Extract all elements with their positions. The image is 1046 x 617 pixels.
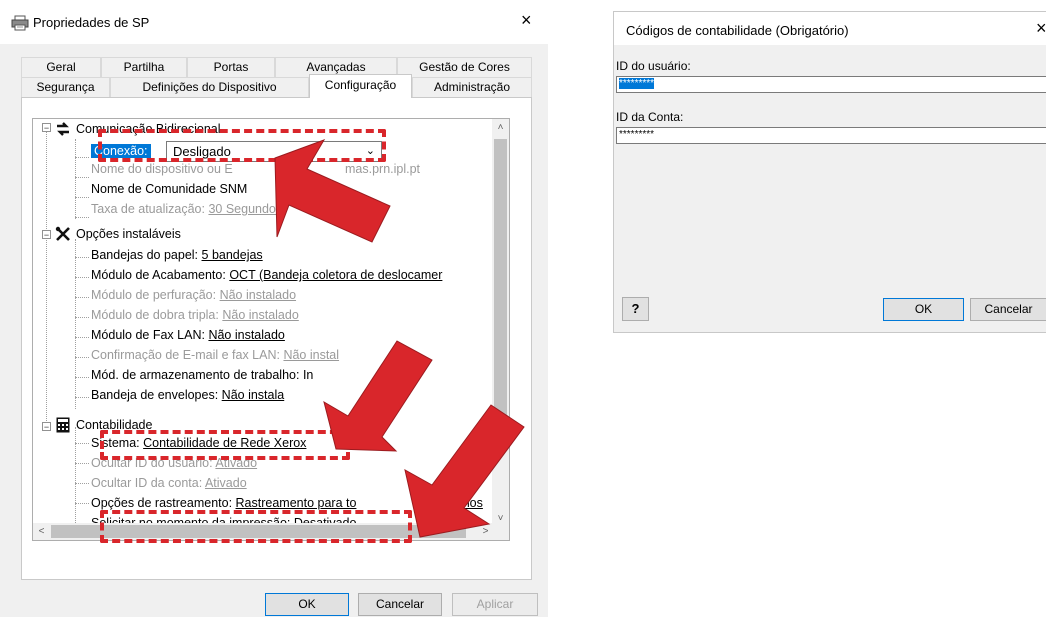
close-button[interactable]: × — [1036, 18, 1046, 39]
cancel-button[interactable]: Cancelar — [358, 593, 442, 616]
option-value: Ativado — [204, 476, 247, 490]
option-label: Módulo de Fax LAN: — [91, 328, 205, 342]
lan-fax-row[interactable]: Módulo de Fax LAN: Não instalado — [91, 325, 285, 345]
tab-label: Configuração — [324, 78, 397, 92]
user-id-field[interactable]: ********* — [616, 76, 1046, 93]
printer-icon — [11, 15, 29, 31]
account-id-label: ID da Conta: — [616, 110, 684, 124]
group-label: Opções instaláveis — [76, 227, 181, 241]
option-label: Opções de rastreamento: — [91, 496, 233, 510]
installable-options-group[interactable]: Opções instaláveis — [76, 224, 181, 244]
annotation-box-prompt — [100, 510, 412, 543]
hide-account-id-row[interactable]: Ocultar ID da conta: Ativado — [91, 473, 247, 493]
options-tree[interactable]: − Comunicação Bidirecional Conexão: Desl… — [32, 118, 510, 541]
user-id-label: ID do usuário: — [616, 59, 691, 73]
finisher-row[interactable]: Módulo de Acabamento: OCT (Bandeja colet… — [91, 265, 442, 285]
tab-security[interactable]: Segurança — [21, 77, 110, 97]
community-name-row[interactable]: Nome de Comunidade SNM — [91, 179, 247, 199]
option-value: 5 bandejas — [201, 248, 263, 262]
dialog-title: Códigos de contabilidade (Obrigatório) — [626, 23, 849, 38]
option-label: Confirmação de E-mail e fax LAN: — [91, 348, 280, 362]
option-value: Não instalado — [222, 308, 299, 322]
device-name-row[interactable]: Nome do dispositivo ou E — [91, 159, 233, 179]
title-bar: Propriedades de SP × — [0, 0, 548, 44]
annotation-box-system — [100, 430, 350, 460]
option-label: Ocultar ID da conta: — [91, 476, 203, 490]
device-name-suffix: mas.prn.ipl.pt — [345, 159, 420, 179]
tab-label: Administração — [433, 80, 511, 94]
paper-trays-row[interactable]: Bandejas do papel: 5 bandejas — [91, 245, 263, 265]
trifold-module-row[interactable]: Módulo de dobra tripla: Não instalado — [91, 305, 299, 325]
collapse-bidirectional-icon[interactable]: − — [42, 123, 51, 133]
email-confirmation-row[interactable]: Confirmação de E-mail e fax LAN: Não ins… — [91, 345, 339, 365]
tab-administration[interactable]: Administração — [412, 77, 532, 97]
option-label: Bandeja de envelopes: — [91, 388, 219, 402]
tab-label: Geral — [46, 60, 76, 74]
account-id-field[interactable]: ********* — [616, 127, 1046, 144]
configuration-panel: − Comunicação Bidirecional Conexão: Desl… — [21, 97, 532, 580]
tab-label: Portas — [213, 60, 249, 74]
option-value: Não instal — [283, 348, 340, 362]
vertical-scroll-thumb[interactable] — [494, 139, 507, 423]
envelope-tray-row[interactable]: Bandeja de envelopes: Não instala — [91, 385, 284, 405]
scroll-left-icon[interactable]: < — [33, 523, 50, 540]
tab-color-management[interactable]: Gestão de Cores — [397, 57, 532, 77]
community-name-label: Nome de Comunidade SNM — [91, 182, 248, 196]
help-icon: ? — [631, 301, 640, 316]
option-value: Não instala — [221, 388, 285, 402]
job-storage-row[interactable]: Mód. de armazenamento de trabalho: In — [91, 365, 313, 385]
vertical-scrollbar[interactable]: ˄ ˅ — [492, 119, 509, 527]
option-label: Módulo de perfuração: — [91, 288, 217, 302]
option-value: Não instalado — [219, 288, 297, 302]
device-name-value: mas.prn.ipl.pt — [345, 162, 421, 176]
ok-button[interactable]: OK — [265, 593, 349, 616]
cancel-button[interactable]: Cancelar — [970, 298, 1046, 321]
dialog-title: Propriedades de SP — [33, 15, 150, 30]
printer-properties-dialog: Propriedades de SP × Geral Partilha Port… — [0, 0, 548, 617]
tab-label: Definições do Dispositivo — [142, 80, 277, 94]
option-label: Módulo de Acabamento: — [91, 268, 226, 282]
option-label: Mód. de armazenamento de trabal — [91, 368, 283, 382]
option-value: OCT (Bandeja coletora de deslocamer — [229, 268, 443, 282]
punch-module-row[interactable]: Módulo de perfuração: Não instalado — [91, 285, 296, 305]
tab-ports[interactable]: Portas — [187, 57, 275, 77]
close-button[interactable]: × — [521, 10, 532, 31]
help-button[interactable]: ? — [622, 297, 649, 321]
title-bar: Códigos de contabilidade (Obrigatório) × — [614, 12, 1046, 45]
accounting-codes-dialog: Códigos de contabilidade (Obrigatório) ×… — [613, 11, 1046, 333]
option-value-tail: alhos — [453, 496, 483, 510]
tools-icon — [55, 226, 71, 242]
calculator-icon — [56, 417, 70, 433]
tab-label: Gestão de Cores — [419, 60, 510, 74]
account-id-value: ********* — [619, 129, 655, 140]
tab-configuration[interactable]: Configuração — [309, 74, 412, 98]
option-value: ho: In — [282, 368, 314, 382]
tab-label: Partilha — [123, 60, 165, 74]
device-name-label: Nome do dispositivo ou E — [91, 162, 233, 176]
collapse-installable-icon[interactable]: − — [42, 230, 51, 240]
option-value: Não instalado — [208, 328, 285, 342]
tracking-options-tail: alhos — [453, 493, 483, 513]
user-id-value: ********* — [619, 78, 655, 89]
refresh-label: Taxa de atualização: — [91, 202, 205, 216]
annotation-box-connection — [98, 129, 386, 162]
ok-button[interactable]: OK — [883, 298, 964, 321]
option-label: Bandejas do papel: — [91, 248, 199, 262]
option-value: Rastreamento para to — [235, 496, 357, 510]
refresh-value: 30 Segundos — [208, 202, 283, 216]
collapse-accounting-icon[interactable]: − — [42, 422, 51, 432]
scroll-right-icon[interactable]: > — [477, 523, 494, 540]
tab-label: Segurança — [36, 80, 95, 94]
refresh-rate-row[interactable]: Taxa de atualização: 30 Segundos — [91, 199, 282, 219]
tab-sharing[interactable]: Partilha — [101, 57, 187, 77]
bidirectional-arrows-icon — [55, 121, 71, 137]
scroll-up-icon[interactable]: ˄ — [492, 119, 509, 136]
apply-button[interactable]: Aplicar — [452, 593, 538, 616]
option-label: Módulo de dobra tripla: — [91, 308, 219, 322]
tab-label: Avançadas — [306, 60, 366, 74]
tab-device-settings[interactable]: Definições do Dispositivo — [110, 77, 309, 97]
tab-general[interactable]: Geral — [21, 57, 101, 77]
